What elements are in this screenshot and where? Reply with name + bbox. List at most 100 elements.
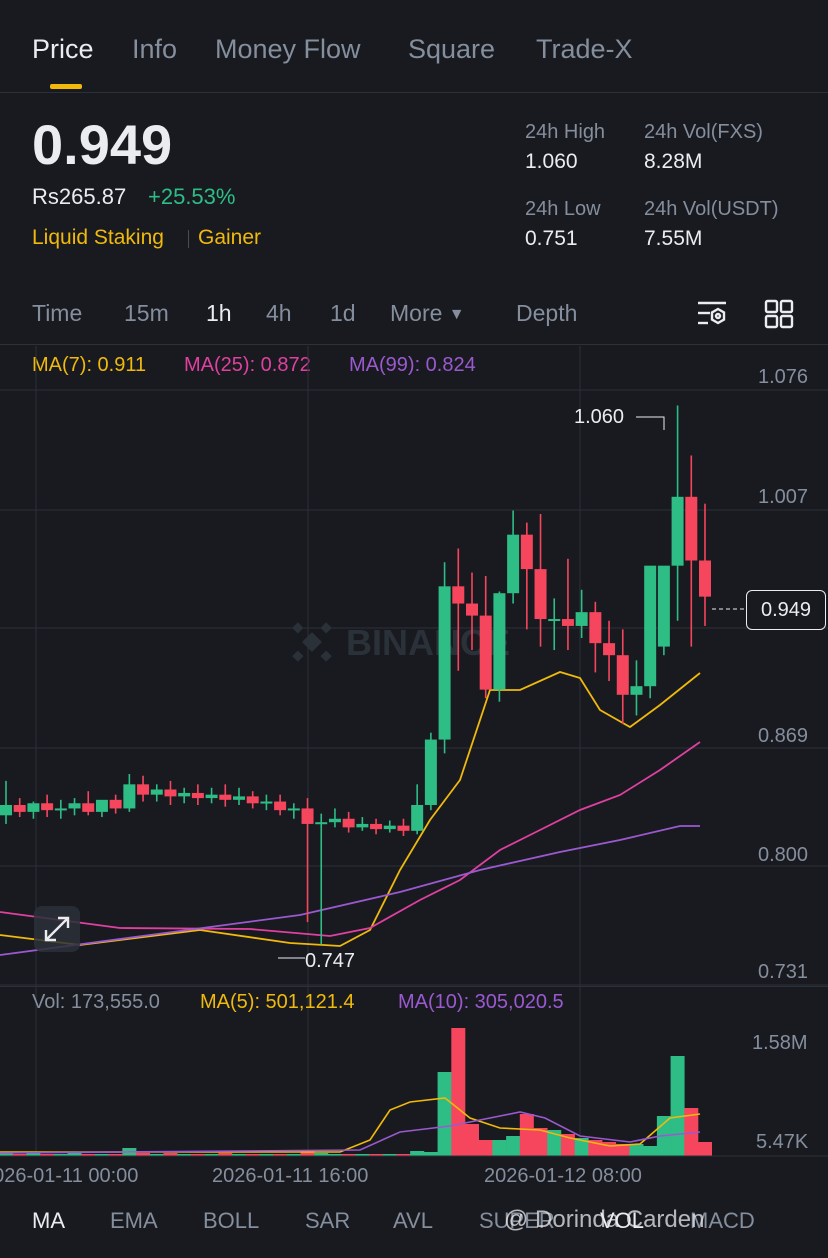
- volume-axis-label: 5.47K: [756, 1131, 809, 1153]
- indicator-ema[interactable]: EMA: [110, 1208, 158, 1234]
- candle: [356, 817, 369, 831]
- ma99-line: [0, 825, 700, 956]
- vol-ma10-legend: MA(10): 305,020.5: [398, 991, 564, 1013]
- candle: [534, 514, 547, 647]
- candle-body: [479, 615, 492, 690]
- candle-body: [95, 799, 108, 812]
- candle-body: [54, 808, 67, 811]
- volume-bar: [643, 1146, 658, 1156]
- candle-body: [0, 804, 12, 816]
- volume-bar: [492, 1140, 507, 1156]
- candle: [671, 405, 684, 621]
- indicator-avl[interactable]: AVL: [393, 1208, 433, 1234]
- candle-body: [657, 565, 670, 647]
- candle-body: [68, 803, 81, 809]
- candle: [438, 562, 451, 754]
- current-price-label: 0.949: [746, 590, 826, 630]
- volume-bar: [451, 1028, 466, 1156]
- candle: [630, 660, 643, 716]
- volume-bar: [670, 1056, 685, 1156]
- candle-body: [82, 803, 95, 812]
- time-axis-label: 2026-01-11 00:00: [0, 1165, 139, 1187]
- candle-body: [575, 612, 588, 626]
- candle-body: [246, 796, 259, 804]
- candle: [0, 780, 12, 824]
- candle: [287, 803, 300, 819]
- volume-divider: [0, 986, 828, 987]
- candle-body: [452, 586, 465, 604]
- candle-body: [328, 818, 341, 823]
- candle-body: [356, 823, 369, 828]
- candle-body: [233, 796, 245, 800]
- candle: [383, 820, 396, 833]
- candle: [685, 455, 698, 647]
- time-axis-label: 2026-01-11 16:00: [212, 1165, 369, 1187]
- price-axis-label: 0.869: [758, 725, 809, 747]
- candle-body: [315, 822, 328, 825]
- candle: [178, 787, 191, 804]
- candlestick-chart[interactable]: BINANCE: [0, 0, 828, 1200]
- candle: [603, 620, 616, 682]
- volume-bar: [629, 1144, 644, 1156]
- candle-body: [383, 825, 396, 830]
- volume-bar: [698, 1142, 712, 1156]
- volume-bar: [478, 1140, 493, 1156]
- candle: [616, 629, 629, 725]
- candle-body: [397, 825, 410, 831]
- price-axis-label: 0.800: [758, 844, 809, 866]
- candle-body: [150, 789, 163, 795]
- indicator-sar[interactable]: SAR: [305, 1208, 350, 1234]
- candle-body: [109, 799, 122, 809]
- candle: [370, 818, 383, 835]
- candle-body: [191, 792, 204, 799]
- candle: [479, 576, 492, 699]
- candle-body: [603, 643, 616, 656]
- candle-body: [466, 603, 478, 616]
- candle-body: [123, 784, 136, 809]
- expand-icon: [44, 916, 70, 942]
- candle-body: [342, 818, 355, 828]
- candle-body: [616, 655, 629, 695]
- candle: [41, 794, 54, 818]
- high-marker: 1.060: [574, 406, 625, 428]
- candle-body: [699, 560, 711, 597]
- overlay-watermark-text: @ Dorinda Carden: [504, 1206, 705, 1233]
- price-axis-label: 0.731: [758, 961, 809, 983]
- volume-bar: [519, 1114, 534, 1156]
- candle: [233, 787, 245, 805]
- candle-body: [671, 496, 684, 566]
- expand-button[interactable]: [34, 906, 80, 952]
- indicator-boll[interactable]: BOLL: [203, 1208, 259, 1234]
- volume-bar: [437, 1072, 452, 1156]
- candle-body: [520, 534, 533, 570]
- candle: [657, 565, 670, 656]
- candle: [507, 510, 520, 604]
- low-marker: 0.747: [305, 950, 356, 972]
- candle-body: [13, 804, 26, 812]
- candle-body: [424, 739, 437, 805]
- candle-body: [685, 496, 698, 561]
- candle: [315, 813, 328, 945]
- candle: [397, 818, 410, 836]
- candle: [191, 784, 204, 805]
- candle-body: [178, 792, 191, 797]
- candle-body: [205, 794, 218, 799]
- candle: [274, 794, 287, 816]
- candle-body: [301, 808, 314, 824]
- candle: [95, 799, 108, 818]
- candle-body: [27, 803, 40, 812]
- candle-body: [438, 586, 451, 740]
- candle: [699, 503, 711, 626]
- chart-grid: [0, 346, 828, 1156]
- candle-body: [493, 593, 506, 690]
- candle: [548, 598, 561, 651]
- candle: [246, 791, 259, 809]
- candle: [424, 732, 437, 811]
- candles: [0, 405, 744, 959]
- candle: [54, 799, 67, 819]
- candle: [137, 775, 150, 802]
- indicator-ma[interactable]: MA: [32, 1208, 65, 1234]
- candle-body: [219, 794, 232, 800]
- time-axis-label: 2026-01-12 08:00: [484, 1165, 642, 1187]
- candle-body: [411, 804, 424, 831]
